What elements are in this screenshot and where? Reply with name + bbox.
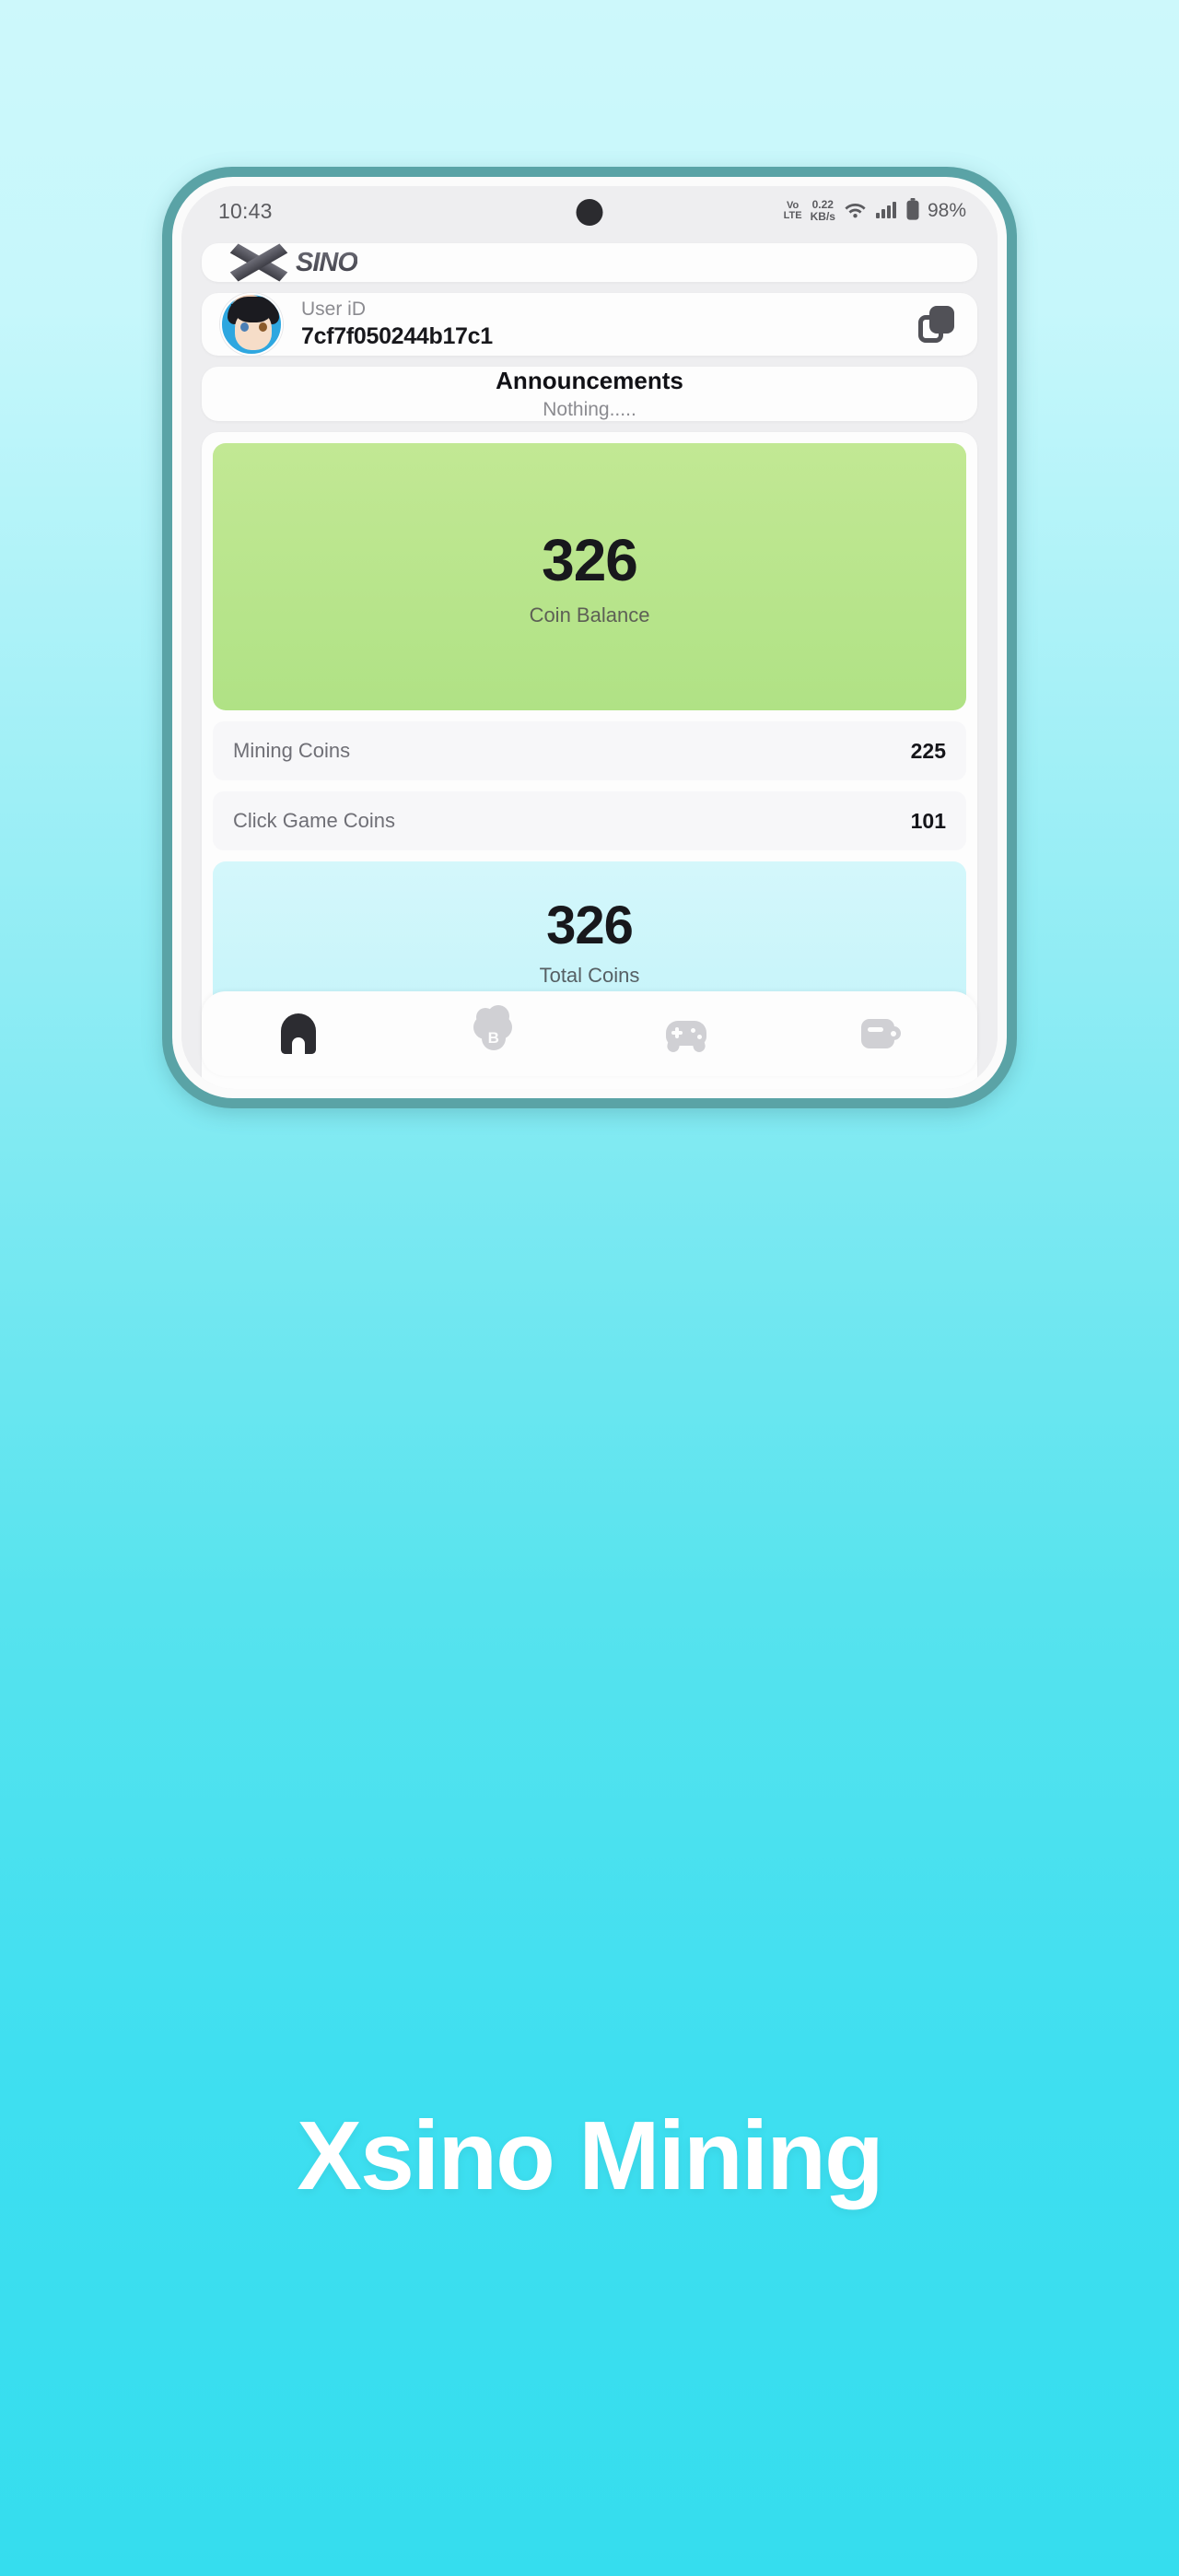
cellular-signal-icon xyxy=(875,200,898,223)
nav-item-wallet[interactable] xyxy=(784,1013,978,1054)
home-icon xyxy=(277,1013,320,1054)
stat-label: Click Game Coins xyxy=(233,809,396,832)
announcements-title: Announcements xyxy=(496,367,683,394)
battery-icon xyxy=(906,197,919,225)
stat-value: 101 xyxy=(910,808,946,833)
coin-balance-label: Coin Balance xyxy=(529,603,650,626)
stat-label: Mining Coins xyxy=(233,739,351,762)
x-logo-icon xyxy=(235,243,283,282)
volte-icon: Vo LTE xyxy=(784,201,802,221)
wallet-icon xyxy=(859,1013,902,1054)
xsino-logo: SINO xyxy=(235,243,358,282)
promo-app-title: Xsino Mining xyxy=(297,2102,884,2210)
nav-item-game[interactable] xyxy=(590,1013,784,1054)
bottom-navigation-bar: B xyxy=(202,991,977,1076)
copy-icon[interactable] xyxy=(918,306,955,343)
nav-item-home[interactable] xyxy=(202,1013,396,1054)
phone-bezel: 10:43 Vo LTE 0.22 KB/s 98% SINO User iD … xyxy=(172,177,1007,1098)
total-coins-label: Total Coins xyxy=(539,963,640,987)
announcements-card: Announcements Nothing..... xyxy=(202,367,977,421)
stat-row-click-game-coins: Click Game Coins 101 xyxy=(213,791,966,850)
nav-item-mining[interactable]: B xyxy=(396,1005,590,1054)
game-controller-icon xyxy=(665,1013,707,1054)
network-speed-unit: KB/s xyxy=(810,210,835,223)
total-coins-value: 326 xyxy=(546,895,634,955)
logo-text: SINO xyxy=(296,247,358,277)
user-id-text: User iD 7cf7f050244b17c1 xyxy=(301,299,493,350)
stat-row-mining-coins: Mining Coins 225 xyxy=(213,721,966,780)
network-speed-indicator: 0.22 KB/s xyxy=(811,199,835,222)
status-icons: Vo LTE 0.22 KB/s 98% xyxy=(784,197,966,225)
battery-percentage: 98% xyxy=(927,200,966,221)
user-id-label: User iD xyxy=(301,299,367,320)
coin-balance-value: 326 xyxy=(542,527,638,593)
user-id-card[interactable]: User iD 7cf7f050244b17c1 xyxy=(202,293,977,356)
front-camera-punch-hole xyxy=(576,199,603,226)
phone-frame: 10:43 Vo LTE 0.22 KB/s 98% SINO User iD … xyxy=(162,167,1017,1108)
app-content: SINO User iD 7cf7f050244b17c1 Announceme… xyxy=(181,236,998,1089)
wifi-icon xyxy=(844,200,867,223)
volte-line2: LTE xyxy=(783,210,802,221)
app-header-logo-bar: SINO xyxy=(202,243,977,282)
status-bar: 10:43 Vo LTE 0.22 KB/s 98% xyxy=(181,186,998,236)
user-id-value: 7cf7f050244b17c1 xyxy=(301,323,493,349)
announcements-body: Nothing..... xyxy=(543,399,636,420)
status-time: 10:43 xyxy=(218,198,273,223)
stat-value: 225 xyxy=(910,738,946,763)
bitcoin-cloud-mining-icon: B xyxy=(472,1005,514,1054)
phone-screen: 10:43 Vo LTE 0.22 KB/s 98% SINO User iD … xyxy=(181,186,998,1089)
avatar xyxy=(220,293,283,356)
coin-balance-box: 326 Coin Balance xyxy=(213,443,966,710)
